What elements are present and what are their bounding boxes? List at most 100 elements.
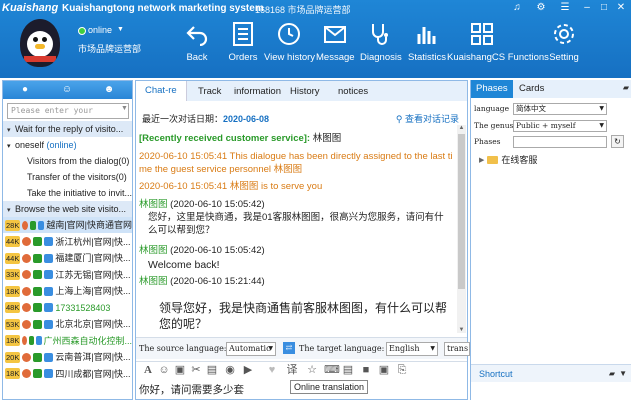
translate-button[interactable]: trans	[444, 342, 470, 356]
emoji-icon[interactable]: ☺	[158, 364, 170, 377]
chevron-down-icon[interactable]: ▼	[117, 26, 124, 33]
screen-icon[interactable]: ▣	[378, 364, 390, 377]
card-icon[interactable]: ▤	[342, 364, 354, 377]
visitor-name: 江苏无锡|官网|快...	[55, 269, 131, 280]
visitor-row[interactable]: 18K 广州西森自动化控制...	[3, 333, 132, 349]
visitor-row[interactable]: 18K 上海上海|官网|快...	[3, 283, 132, 299]
visitor-search-input[interactable]: Please enter your	[7, 103, 129, 119]
swap-language-icon[interactable]: ⇄	[283, 342, 295, 354]
phases-search-input[interactable]	[513, 136, 607, 148]
app-logo: Kuaishang	[2, 2, 59, 14]
group-waiting-reply[interactable]: ▾ Wait for the reply of visito...	[3, 121, 132, 137]
visitor-row[interactable]: 28K 越南|官网|快商通官网	[3, 217, 132, 233]
status-text[interactable]: online	[88, 25, 112, 35]
mail-icon	[324, 26, 346, 43]
refresh-icon[interactable]: ↻	[611, 135, 624, 148]
collapse-icon[interactable]: ▼	[619, 365, 627, 383]
avatar[interactable]	[20, 19, 60, 67]
setting-button[interactable]: Setting	[548, 22, 580, 70]
maximize-icon[interactable]: □	[597, 2, 611, 14]
view-history-button[interactable]: View history	[264, 22, 316, 70]
group-oneself[interactable]: ▾ oneself (online)	[3, 137, 132, 153]
visitor-icon	[22, 286, 32, 296]
font-icon[interactable]: A	[142, 364, 154, 377]
back-button[interactable]: Back	[180, 22, 214, 70]
visitor-name: 四川成都|官网|快...	[55, 368, 131, 379]
pin-icon[interactable]: ▰	[623, 83, 629, 92]
visitor-name: 北京北京|官网|快...	[55, 319, 131, 329]
window-icon[interactable]: ■	[360, 364, 372, 377]
stethoscope-icon	[372, 24, 388, 45]
target-language-select[interactable]: English ▼	[386, 342, 438, 356]
browser-icon	[33, 352, 43, 362]
orders-button[interactable]: Orders	[226, 22, 260, 70]
shortcut-bar[interactable]: Shortcut ▰ ▼	[471, 364, 631, 382]
minimize-icon[interactable]: –	[580, 2, 594, 14]
group-transfer-visitors[interactable]: Transfer of the visitors(0)	[3, 169, 132, 185]
menu-icon[interactable]: ☰	[558, 2, 572, 14]
visitor-row[interactable]: 44K 福建厦门|官网|快...	[3, 250, 132, 266]
contacts-icon[interactable]: ☺	[61, 84, 73, 96]
statistics-button[interactable]: Statistics	[408, 22, 446, 70]
video-icon[interactable]: ▶	[242, 364, 254, 377]
visitor-row[interactable]: 53K 北京北京|官网|快...	[3, 316, 132, 332]
star-icon[interactable]: ☆	[306, 364, 318, 377]
chat-bubble-icon[interactable]: ●	[19, 84, 31, 96]
view-history-label: View history	[264, 52, 316, 63]
bell-icon[interactable]: ♫	[510, 2, 524, 14]
diagnosis-button[interactable]: Diagnosis	[360, 22, 402, 70]
file-icon[interactable]: ▤	[206, 364, 218, 377]
screenshot-icon[interactable]: ✂	[190, 364, 202, 377]
visitor-row[interactable]: 44K 浙江杭州|官网|快...	[3, 234, 132, 250]
visitor-name: 上海上海|官网|快...	[55, 286, 131, 296]
tab-track[interactable]: Track	[198, 86, 221, 97]
chat-message: [Recently received customer service]: 林图…	[139, 133, 342, 144]
view-record-link[interactable]: ⚲ 查看对话记录	[396, 112, 459, 125]
scroll-up-icon[interactable]: ▲	[457, 125, 466, 131]
expand-icon[interactable]: ▶	[479, 156, 484, 164]
visitor-row[interactable]: 33K 江苏无锡|官网|快...	[3, 267, 132, 283]
visitor-row[interactable]: 48K 17331528403	[3, 300, 132, 316]
group-browse-visitors[interactable]: ▾ Browse the web site visito...	[3, 201, 132, 217]
translate-icon[interactable]: 译	[286, 364, 298, 377]
scroll-down-icon[interactable]: ▼	[457, 327, 466, 333]
print-icon[interactable]: ⎘	[396, 364, 408, 377]
visitor-row[interactable]: 20K 云南普洱|官网|快...	[3, 349, 132, 365]
tab-phases[interactable]: Phases	[471, 80, 513, 98]
tab-cards[interactable]: Cards	[519, 83, 544, 94]
image-icon[interactable]: ▣	[174, 364, 186, 377]
browser-icon	[33, 369, 43, 378]
folder-icon	[487, 155, 499, 164]
chevron-down-icon[interactable]: ▼	[121, 105, 128, 112]
language-select[interactable]: 简体中文 ▼	[513, 103, 607, 115]
device-icon	[36, 336, 42, 345]
keyboard-icon[interactable]: ⌨	[324, 364, 340, 377]
kuaishangcs-functions-button[interactable]: KuaishangCS Functions	[447, 22, 549, 70]
pin-icon[interactable]: ▰	[609, 365, 615, 383]
visitor-row[interactable]: 18K 四川成都|官网|快...	[3, 366, 132, 382]
tab-chat-record[interactable]: Chat-re	[136, 81, 187, 101]
message-button[interactable]: Message	[316, 22, 355, 70]
diagnosis-label: Diagnosis	[360, 52, 402, 63]
visitor-icon	[22, 270, 32, 279]
group-invite-visitors[interactable]: Take the initiative to invit...	[3, 185, 132, 201]
source-language-select[interactable]: Automatic ▼	[226, 342, 276, 356]
visitor-name: 越南|官网|快商通官网	[46, 220, 132, 230]
tab-information[interactable]: information	[234, 86, 281, 97]
chat-scrollbar[interactable]: ▲ ▼	[457, 125, 466, 333]
tree-item-online-service[interactable]: ▶ 在线客服	[479, 153, 537, 166]
heart-icon[interactable]: ♥	[266, 364, 278, 377]
message-input[interactable]: 你好，请问需要多少套	[139, 382, 244, 397]
tab-history[interactable]: History	[290, 86, 320, 97]
close-icon[interactable]: ✕	[614, 2, 628, 14]
scrollbar-thumb[interactable]	[458, 134, 465, 289]
tool-icon[interactable]: ⚙	[534, 2, 548, 14]
tab-notices[interactable]: notices	[338, 86, 368, 97]
people-icon[interactable]: ☻	[103, 84, 115, 96]
visitor-name: 云南普洱|官网|快...	[55, 352, 131, 362]
genus-select[interactable]: Public + myself ▼	[513, 120, 607, 132]
group-dialog-visitors[interactable]: Visitors from the dialog(0)	[3, 153, 132, 169]
chat-message: 林图图 (2020-06-10 15:05:42) Welcome back!	[139, 245, 265, 271]
browser-icon	[29, 336, 35, 345]
gift-icon[interactable]: ◉	[224, 364, 236, 377]
